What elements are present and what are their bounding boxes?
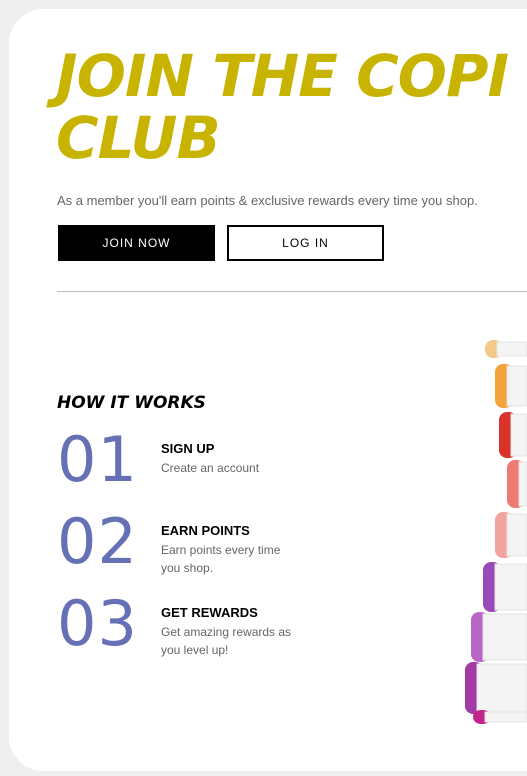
step-title: GET REWARDS <box>161 605 258 620</box>
lipstick-tube <box>518 461 527 507</box>
step-number: 03 <box>57 587 138 660</box>
intro-text: As a member you'll earn points & exclusi… <box>57 193 478 208</box>
lipstick-tube <box>482 613 527 661</box>
title-line-1: JOIN THE COPI <box>56 42 509 110</box>
lipstick-tube <box>484 711 527 723</box>
title-line-2: CLUB <box>56 104 221 172</box>
log-in-button[interactable]: LOG IN <box>227 225 384 261</box>
join-now-button[interactable]: JOIN NOW <box>58 225 215 261</box>
loyalty-card: JOIN THE COPI CLUB As a member you'll ea… <box>9 9 527 771</box>
lipstick-image <box>465 340 527 724</box>
lipstick-tube <box>494 563 527 611</box>
page-frame: JOIN THE COPI CLUB As a member you'll ea… <box>0 0 527 776</box>
lipstick-tube <box>476 663 527 713</box>
lipstick-tube <box>510 413 527 457</box>
page-title: JOIN THE COPI CLUB <box>56 45 527 169</box>
step-number: 02 <box>57 505 138 578</box>
lipstick-tube <box>506 513 527 557</box>
step-title: EARN POINTS <box>161 523 250 538</box>
how-it-works-heading: HOW IT WORKS <box>57 393 206 413</box>
lipstick-tube <box>506 365 527 407</box>
step-title: SIGN UP <box>161 441 215 456</box>
step-description: Get amazing rewards as you level up! <box>161 625 292 657</box>
step-description: Earn points every time you shop. <box>161 543 281 575</box>
divider <box>57 291 527 292</box>
step-number: 01 <box>57 423 138 496</box>
lipstick-tube <box>496 341 527 357</box>
step-description: Create an account <box>161 461 260 475</box>
